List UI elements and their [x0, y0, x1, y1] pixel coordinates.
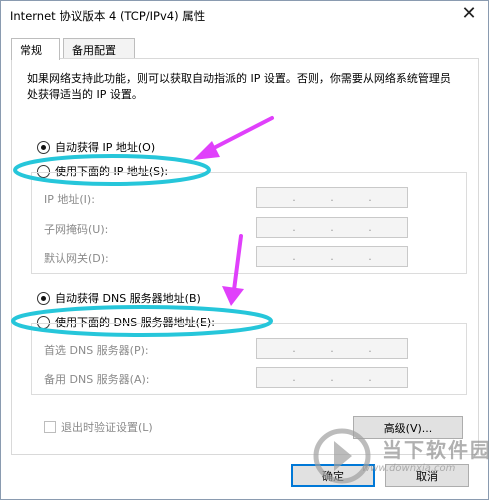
description-text: 如果网络支持此功能，则可以获取自动指派的 IP 设置。否则，你需要从网络系统管理…	[27, 72, 451, 101]
preferred-dns-input[interactable]: ...	[256, 338, 408, 359]
ip-address-label: IP 地址(I):	[44, 193, 95, 206]
auto-dns-radio[interactable]	[37, 291, 50, 305]
ip-address-input[interactable]: ...	[256, 187, 408, 208]
tcp-ipv4-properties-dialog: Internet 协议版本 4 (TCP/IPv4) 属性 ✕ 常规 备用配置 …	[0, 0, 489, 500]
validate-on-exit-checkbox[interactable]	[44, 421, 56, 433]
auto-dns-label: 自动获得 DNS 服务器地址(B)	[55, 292, 201, 305]
subnet-mask-input[interactable]: ...	[256, 217, 408, 238]
watermark-url: www.downxia.com	[362, 463, 456, 474]
subnet-mask-label: 子网掩码(U):	[44, 223, 109, 236]
close-icon[interactable]: ✕	[456, 3, 482, 25]
alternate-dns-label: 备用 DNS 服务器(A):	[44, 373, 150, 386]
default-gateway-input[interactable]: ...	[256, 246, 408, 267]
window-title: Internet 协议版本 4 (TCP/IPv4) 属性	[10, 9, 206, 23]
auto-ip-option[interactable]: 自动获得 IP 地址(O)	[37, 139, 155, 155]
tab-alternate-configuration[interactable]: 备用配置	[63, 38, 135, 59]
auto-dns-option[interactable]: 自动获得 DNS 服务器地址(B)	[37, 290, 201, 306]
validate-on-exit-label: 退出时验证设置(L)	[61, 421, 153, 434]
watermark-logo-icon	[313, 428, 371, 484]
auto-ip-label: 自动获得 IP 地址(O)	[55, 141, 156, 154]
preferred-dns-label: 首选 DNS 服务器(P):	[44, 344, 149, 357]
watermark-text: 当下软件园	[382, 438, 489, 462]
tab-general[interactable]: 常规	[11, 38, 60, 60]
validate-on-exit-option[interactable]: 退出时验证设置(L)	[44, 419, 153, 435]
alternate-dns-input[interactable]: ...	[256, 367, 408, 388]
title-bar: Internet 协议版本 4 (TCP/IPv4) 属性 ✕	[1, 1, 488, 29]
default-gateway-label: 默认网关(D):	[44, 252, 109, 265]
auto-ip-radio[interactable]	[37, 140, 50, 154]
